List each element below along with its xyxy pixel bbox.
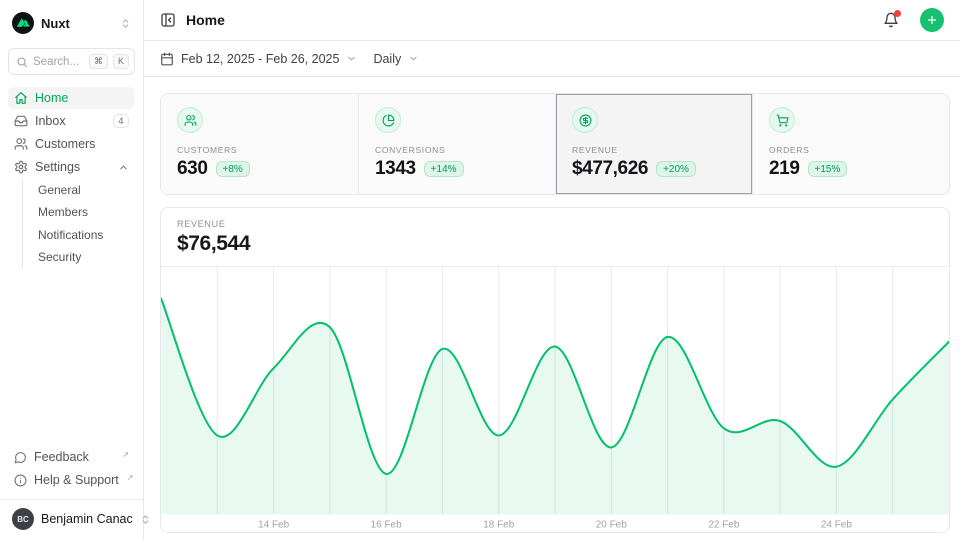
- add-button[interactable]: [920, 8, 944, 32]
- sub-item-label: Members: [38, 205, 88, 219]
- chart-header: REVENUE $76,544: [161, 208, 949, 267]
- filters-toolbar: Feb 12, 2025 - Feb 26, 2025 Daily: [144, 41, 960, 77]
- footer-link-label: Help & Support: [34, 473, 119, 487]
- revenue-chart-card: REVENUE $76,544 14 Feb 16 Feb 18 Feb 20 Feb…: [160, 207, 950, 533]
- inbox-icon: [14, 114, 28, 128]
- sidebar-item-label: Inbox: [35, 114, 106, 128]
- chevron-down-icon: [346, 53, 357, 64]
- stat-label: CONVERSIONS: [375, 145, 539, 155]
- gear-icon: [14, 160, 28, 174]
- sidebar-item-inbox[interactable]: Inbox 4: [8, 110, 135, 132]
- calendar-icon: [160, 52, 174, 66]
- search-placeholder: Search...: [33, 56, 84, 68]
- home-icon: [14, 91, 28, 105]
- stat-change-badge: +14%: [424, 161, 464, 177]
- sub-item-label: Notifications: [38, 228, 103, 242]
- user-name: Benjamin Canac: [41, 512, 133, 526]
- sidebar-item-home[interactable]: Home: [8, 87, 135, 109]
- stat-change-badge: +8%: [216, 161, 250, 177]
- plus-icon: [926, 14, 938, 26]
- sub-item-label: Security: [38, 250, 81, 264]
- search-input[interactable]: Search... ⌘ K: [8, 48, 135, 75]
- users-icon: [14, 137, 28, 151]
- svg-text:18 Feb: 18 Feb: [483, 519, 514, 530]
- sidebar-item-label: Settings: [35, 160, 111, 174]
- stat-card-customers[interactable]: CUSTOMERS 630 +8%: [161, 94, 358, 194]
- sidebar-item-members[interactable]: Members: [23, 202, 135, 224]
- dashboard-content: CUSTOMERS 630 +8% CONVERSIONS 1343 +14%: [144, 77, 960, 540]
- pie-chart-icon: [375, 107, 401, 133]
- external-link-icon: ↗: [127, 473, 134, 482]
- feedback-link[interactable]: Feedback ↗: [8, 446, 135, 468]
- workspace-name: Nuxt: [41, 16, 113, 31]
- sidebar-item-customers[interactable]: Customers: [8, 133, 135, 155]
- chart-total-value: $76,544: [177, 232, 933, 256]
- sidebar-item-label: Customers: [35, 137, 129, 151]
- date-range-picker[interactable]: Feb 12, 2025 - Feb 26, 2025: [160, 52, 357, 66]
- stat-card-orders[interactable]: ORDERS 219 +15%: [752, 94, 949, 194]
- revenue-area-chart: 14 Feb 16 Feb 18 Feb 20 Feb 22 Feb 24 Feb: [161, 267, 949, 532]
- stat-card-conversions[interactable]: CONVERSIONS 1343 +14%: [358, 94, 555, 194]
- notifications-button[interactable]: [878, 7, 904, 33]
- stat-change-badge: +20%: [656, 161, 696, 177]
- stat-value: 1343: [375, 158, 416, 180]
- message-circle-icon: [14, 451, 27, 464]
- chart-overline: REVENUE: [177, 219, 933, 229]
- external-link-icon: ↗: [122, 450, 129, 459]
- cart-icon: [769, 107, 795, 133]
- stat-card-revenue[interactable]: REVENUE $477,626 +20%: [555, 94, 752, 194]
- search-icon: [16, 56, 28, 68]
- footer-link-label: Feedback: [34, 450, 114, 464]
- info-circle-icon: [14, 474, 27, 487]
- sidebar-item-general[interactable]: General: [23, 179, 135, 201]
- sub-item-label: General: [38, 183, 81, 197]
- svg-text:14 Feb: 14 Feb: [258, 519, 289, 530]
- period-value: Daily: [373, 52, 401, 66]
- chevron-up-icon: [118, 162, 129, 173]
- sidebar-nav: Home Inbox 4 Customers Settings: [8, 87, 135, 268]
- svg-text:20 Feb: 20 Feb: [596, 519, 627, 530]
- users-icon: [177, 107, 203, 133]
- svg-text:22 Feb: 22 Feb: [708, 519, 739, 530]
- stat-value: 219: [769, 158, 800, 180]
- sidebar-footer-links: Feedback ↗ Help & Support ↗: [8, 446, 135, 491]
- sidebar-item-label: Home: [35, 91, 129, 105]
- kbd-meta: ⌘: [89, 54, 108, 69]
- workspace-switcher[interactable]: Nuxt: [8, 10, 135, 36]
- sidebar-spacer: [8, 268, 135, 446]
- sidebar: Nuxt Search... ⌘ K Home: [0, 0, 144, 540]
- period-select[interactable]: Daily: [373, 52, 419, 66]
- sidebar-item-settings[interactable]: Settings: [8, 156, 135, 178]
- user-menu[interactable]: BC Benjamin Canac: [8, 500, 135, 532]
- avatar: BC: [12, 508, 34, 530]
- stat-label: ORDERS: [769, 145, 933, 155]
- page-title: Home: [186, 12, 868, 28]
- sidebar-item-security[interactable]: Security: [23, 247, 135, 269]
- chevron-down-icon: [408, 53, 419, 64]
- stat-label: CUSTOMERS: [177, 145, 342, 155]
- svg-text:16 Feb: 16 Feb: [371, 519, 402, 530]
- stat-change-badge: +15%: [808, 161, 848, 177]
- chevron-up-down-icon: [120, 18, 131, 29]
- collapse-sidebar-icon[interactable]: [160, 12, 176, 28]
- kbd-k: K: [113, 54, 129, 69]
- notification-dot: [894, 10, 901, 17]
- help-support-link[interactable]: Help & Support ↗: [8, 469, 135, 491]
- dollar-icon: [572, 107, 598, 133]
- page-header: Home: [144, 0, 960, 41]
- app-window: Nuxt Search... ⌘ K Home: [0, 0, 960, 540]
- stat-value: 630: [177, 158, 208, 180]
- svg-text:24 Feb: 24 Feb: [821, 519, 852, 530]
- settings-sub-list: General Members Notifications Security: [22, 179, 135, 268]
- inbox-count-badge: 4: [113, 114, 129, 128]
- stat-label: REVENUE: [572, 145, 736, 155]
- nuxt-logo-icon: [12, 12, 34, 34]
- stat-value: $477,626: [572, 158, 648, 180]
- date-range-value: Feb 12, 2025 - Feb 26, 2025: [181, 52, 339, 66]
- stats-grid: CUSTOMERS 630 +8% CONVERSIONS 1343 +14%: [160, 93, 950, 195]
- sidebar-item-notifications[interactable]: Notifications: [23, 224, 135, 246]
- main-panel: Home Feb 12, 2025 - Feb 26, 2025 Daily: [144, 0, 960, 540]
